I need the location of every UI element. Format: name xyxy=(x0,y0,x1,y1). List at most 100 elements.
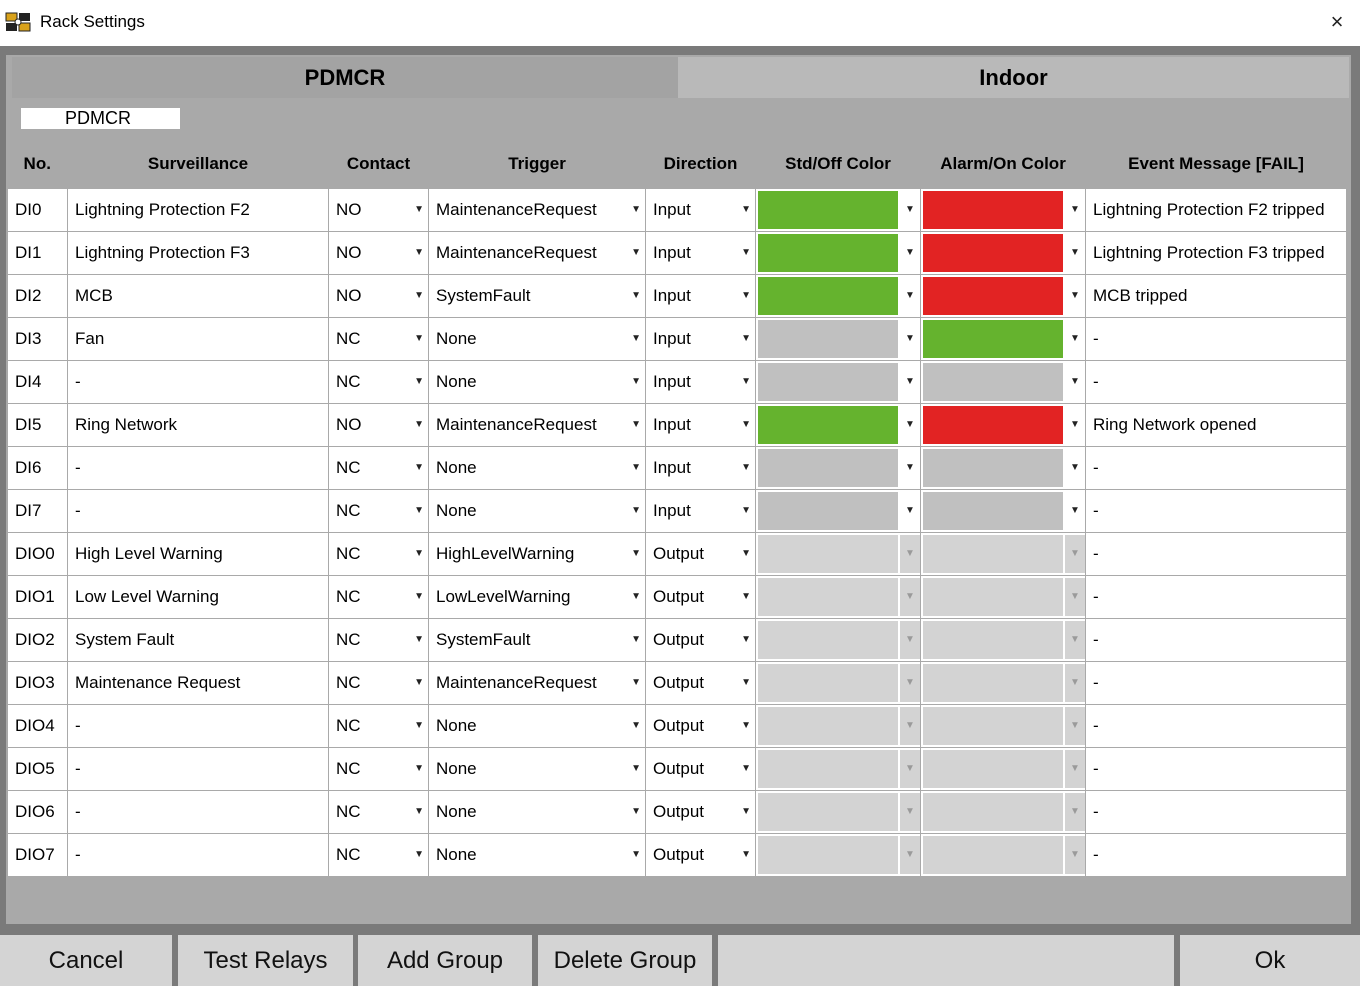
trigger-dropdown[interactable]: None ▼ xyxy=(429,447,645,489)
surveillance-field[interactable]: - xyxy=(67,446,329,490)
trigger-dropdown[interactable]: SystemFault ▼ xyxy=(429,275,645,317)
trigger-dropdown[interactable]: MaintenanceRequest ▼ xyxy=(429,232,645,274)
surveillance-field[interactable]: Lightning Protection F3 xyxy=(67,231,329,275)
contact-dropdown[interactable]: NC ▼ xyxy=(329,576,428,618)
contact-dropdown[interactable]: NO ▼ xyxy=(329,275,428,317)
alarm-on-color-picker[interactable]: ▼ xyxy=(922,448,1085,489)
direction-dropdown[interactable]: Output ▼ xyxy=(646,662,755,704)
event-message-field[interactable]: - xyxy=(1085,661,1347,705)
trigger-dropdown[interactable]: None ▼ xyxy=(429,490,645,532)
trigger-dropdown[interactable]: None ▼ xyxy=(429,705,645,747)
std-off-color-picker[interactable]: ▼ xyxy=(757,491,920,532)
direction-dropdown[interactable]: Input ▼ xyxy=(646,361,755,403)
surveillance-field[interactable]: Fan xyxy=(67,317,329,361)
event-message-field[interactable]: - xyxy=(1085,833,1347,877)
trigger-dropdown[interactable]: MaintenanceRequest ▼ xyxy=(429,189,645,231)
contact-dropdown[interactable]: NC ▼ xyxy=(329,662,428,704)
close-icon[interactable]: × xyxy=(1320,8,1354,38)
surveillance-field[interactable]: System Fault xyxy=(67,618,329,662)
event-message-field[interactable]: - xyxy=(1085,317,1347,361)
direction-dropdown[interactable]: Output ▼ xyxy=(646,748,755,790)
contact-dropdown[interactable]: NC ▼ xyxy=(329,318,428,360)
cancel-button[interactable]: Cancel xyxy=(0,935,172,986)
contact-dropdown[interactable]: NC ▼ xyxy=(329,533,428,575)
direction-dropdown[interactable]: Input ▼ xyxy=(646,404,755,446)
direction-dropdown[interactable]: Input ▼ xyxy=(646,275,755,317)
trigger-dropdown[interactable]: LowLevelWarning ▼ xyxy=(429,576,645,618)
contact-dropdown[interactable]: NC ▼ xyxy=(329,447,428,489)
surveillance-field[interactable]: Lightning Protection F2 xyxy=(67,188,329,232)
alarm-on-color-picker[interactable]: ▼ xyxy=(922,405,1085,446)
add-group-button[interactable]: Add Group xyxy=(358,935,532,986)
event-message-field[interactable]: - xyxy=(1085,618,1347,662)
event-message-field[interactable]: - xyxy=(1085,704,1347,748)
direction-dropdown[interactable]: Output ▼ xyxy=(646,705,755,747)
alarm-on-color-picker[interactable]: ▼ xyxy=(922,276,1085,317)
alarm-on-color-picker[interactable]: ▼ xyxy=(922,190,1085,231)
contact-dropdown[interactable]: NC ▼ xyxy=(329,705,428,747)
trigger-dropdown[interactable]: None ▼ xyxy=(429,791,645,833)
ok-button[interactable]: Ok xyxy=(1180,935,1360,986)
contact-dropdown[interactable]: NC ▼ xyxy=(329,791,428,833)
std-off-color-picker[interactable]: ▼ xyxy=(757,362,920,403)
contact-dropdown[interactable]: NO ▼ xyxy=(329,232,428,274)
surveillance-field[interactable]: Maintenance Request xyxy=(67,661,329,705)
surveillance-field[interactable]: MCB xyxy=(67,274,329,318)
direction-dropdown[interactable]: Output ▼ xyxy=(646,576,755,618)
contact-dropdown[interactable]: NO ▼ xyxy=(329,404,428,446)
event-message-field[interactable]: - xyxy=(1085,360,1347,404)
surveillance-field[interactable]: - xyxy=(67,790,329,834)
direction-dropdown[interactable]: Output ▼ xyxy=(646,533,755,575)
direction-dropdown[interactable]: Output ▼ xyxy=(646,834,755,876)
surveillance-field[interactable]: High Level Warning xyxy=(67,532,329,576)
trigger-dropdown[interactable]: None ▼ xyxy=(429,361,645,403)
direction-dropdown[interactable]: Output ▼ xyxy=(646,791,755,833)
std-off-color-picker[interactable]: ▼ xyxy=(757,405,920,446)
event-message-field[interactable]: Ring Network opened xyxy=(1085,403,1347,447)
event-message-field[interactable]: - xyxy=(1085,489,1347,533)
direction-dropdown[interactable]: Input ▼ xyxy=(646,189,755,231)
surveillance-field[interactable]: Low Level Warning xyxy=(67,575,329,619)
surveillance-field[interactable]: - xyxy=(67,833,329,877)
tab-indoor[interactable]: Indoor xyxy=(678,57,1349,98)
event-message-field[interactable]: Lightning Protection F2 tripped xyxy=(1085,188,1347,232)
event-message-field[interactable]: Lightning Protection F3 tripped xyxy=(1085,231,1347,275)
trigger-dropdown[interactable]: HighLevelWarning ▼ xyxy=(429,533,645,575)
alarm-on-color-picker[interactable]: ▼ xyxy=(922,319,1085,360)
surveillance-field[interactable]: Ring Network xyxy=(67,403,329,447)
tab-pdmcr[interactable]: PDMCR xyxy=(12,57,678,98)
surveillance-field[interactable]: - xyxy=(67,489,329,533)
delete-group-button[interactable]: Delete Group xyxy=(538,935,712,986)
direction-dropdown[interactable]: Output ▼ xyxy=(646,619,755,661)
event-message-field[interactable]: - xyxy=(1085,446,1347,490)
event-message-field[interactable]: - xyxy=(1085,575,1347,619)
contact-dropdown[interactable]: NC ▼ xyxy=(329,748,428,790)
direction-dropdown[interactable]: Input ▼ xyxy=(646,318,755,360)
surveillance-field[interactable]: - xyxy=(67,747,329,791)
test-relays-button[interactable]: Test Relays xyxy=(178,935,353,986)
contact-dropdown[interactable]: NO ▼ xyxy=(329,189,428,231)
std-off-color-picker[interactable]: ▼ xyxy=(757,448,920,489)
std-off-color-picker[interactable]: ▼ xyxy=(757,190,920,231)
trigger-dropdown[interactable]: None ▼ xyxy=(429,748,645,790)
std-off-color-picker[interactable]: ▼ xyxy=(757,319,920,360)
contact-dropdown[interactable]: NC ▼ xyxy=(329,490,428,532)
event-message-field[interactable]: MCB tripped xyxy=(1085,274,1347,318)
trigger-dropdown[interactable]: SystemFault ▼ xyxy=(429,619,645,661)
alarm-on-color-picker[interactable]: ▼ xyxy=(922,491,1085,532)
surveillance-field[interactable]: - xyxy=(67,704,329,748)
event-message-field[interactable]: - xyxy=(1085,747,1347,791)
trigger-dropdown[interactable]: None ▼ xyxy=(429,318,645,360)
trigger-dropdown[interactable]: MaintenanceRequest ▼ xyxy=(429,662,645,704)
alarm-on-color-picker[interactable]: ▼ xyxy=(922,362,1085,403)
trigger-dropdown[interactable]: MaintenanceRequest ▼ xyxy=(429,404,645,446)
direction-dropdown[interactable]: Input ▼ xyxy=(646,447,755,489)
direction-dropdown[interactable]: Input ▼ xyxy=(646,490,755,532)
std-off-color-picker[interactable]: ▼ xyxy=(757,233,920,274)
direction-dropdown[interactable]: Input ▼ xyxy=(646,232,755,274)
group-selector[interactable]: PDMCR xyxy=(21,108,180,129)
contact-dropdown[interactable]: NC ▼ xyxy=(329,834,428,876)
contact-dropdown[interactable]: NC ▼ xyxy=(329,619,428,661)
surveillance-field[interactable]: - xyxy=(67,360,329,404)
event-message-field[interactable]: - xyxy=(1085,790,1347,834)
